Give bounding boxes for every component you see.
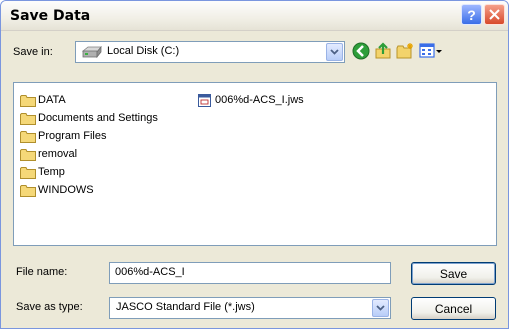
file-list[interactable]: DATA Documents and Settings Program File… xyxy=(13,82,497,246)
cancel-button[interactable]: Cancel xyxy=(411,297,496,320)
new-folder-icon[interactable] xyxy=(396,42,414,60)
file-name-label: File name: xyxy=(16,266,68,278)
folder-label: Program Files xyxy=(38,130,107,142)
chevron-down-icon xyxy=(330,49,339,55)
file-name-input[interactable]: 006%d-ACS_I xyxy=(109,262,391,284)
help-icon: ? xyxy=(467,6,476,23)
file-name-value: 006%d-ACS_I xyxy=(115,266,185,278)
window-title: Save Data xyxy=(10,8,91,24)
save-button[interactable]: Save xyxy=(411,262,496,285)
folder-item-windows[interactable]: WINDOWS xyxy=(20,182,94,198)
save-as-type-value: JASCO Standard File (*.jws) xyxy=(116,301,255,313)
folder-icon xyxy=(20,94,36,107)
folder-icon xyxy=(20,148,36,161)
folder-icon xyxy=(20,166,36,179)
save-as-type-dropdown-arrow[interactable] xyxy=(372,299,389,317)
folder-item-program-files[interactable]: Program Files xyxy=(20,128,106,144)
help-button[interactable]: ? xyxy=(461,4,482,25)
folder-icon xyxy=(20,130,36,143)
save-in-dropdown[interactable]: Local Disk (C:) xyxy=(75,41,345,63)
folder-label: removal xyxy=(38,148,78,160)
folder-item-data[interactable]: DATA xyxy=(20,92,66,108)
title-bar: Save Data ? xyxy=(1,1,508,31)
folder-item-temp[interactable]: Temp xyxy=(20,164,65,180)
folder-label: WINDOWS xyxy=(38,184,94,196)
up-folder-icon[interactable] xyxy=(374,42,392,60)
document-icon xyxy=(198,93,211,107)
folder-label: Documents and Settings xyxy=(38,112,158,124)
close-button[interactable] xyxy=(484,4,505,25)
views-menu-icon[interactable] xyxy=(419,42,443,60)
save-data-dialog: Save Data ? Save in: Local Disk (C:) DAT… xyxy=(0,0,509,329)
save-in-value: Local Disk (C:) xyxy=(107,45,180,57)
save-as-type-label: Save as type: xyxy=(16,301,83,313)
folder-label: Temp xyxy=(38,166,65,178)
drive-icon xyxy=(82,46,102,59)
folder-label: DATA xyxy=(38,94,66,106)
file-item-jws[interactable]: 006%d-ACS_I.jws xyxy=(197,92,304,108)
save-in-dropdown-arrow[interactable] xyxy=(326,43,343,61)
folder-item-removal[interactable]: removal xyxy=(20,146,77,162)
close-icon xyxy=(489,9,500,20)
chevron-down-icon xyxy=(376,305,385,311)
folder-icon xyxy=(20,112,36,125)
save-in-label: Save in: xyxy=(13,46,53,58)
folder-icon xyxy=(20,184,36,197)
back-icon[interactable] xyxy=(352,42,370,60)
file-label: 006%d-ACS_I.jws xyxy=(215,94,304,106)
save-as-type-dropdown[interactable]: JASCO Standard File (*.jws) xyxy=(109,297,391,319)
folder-item-documents-and-settings[interactable]: Documents and Settings xyxy=(20,110,158,126)
